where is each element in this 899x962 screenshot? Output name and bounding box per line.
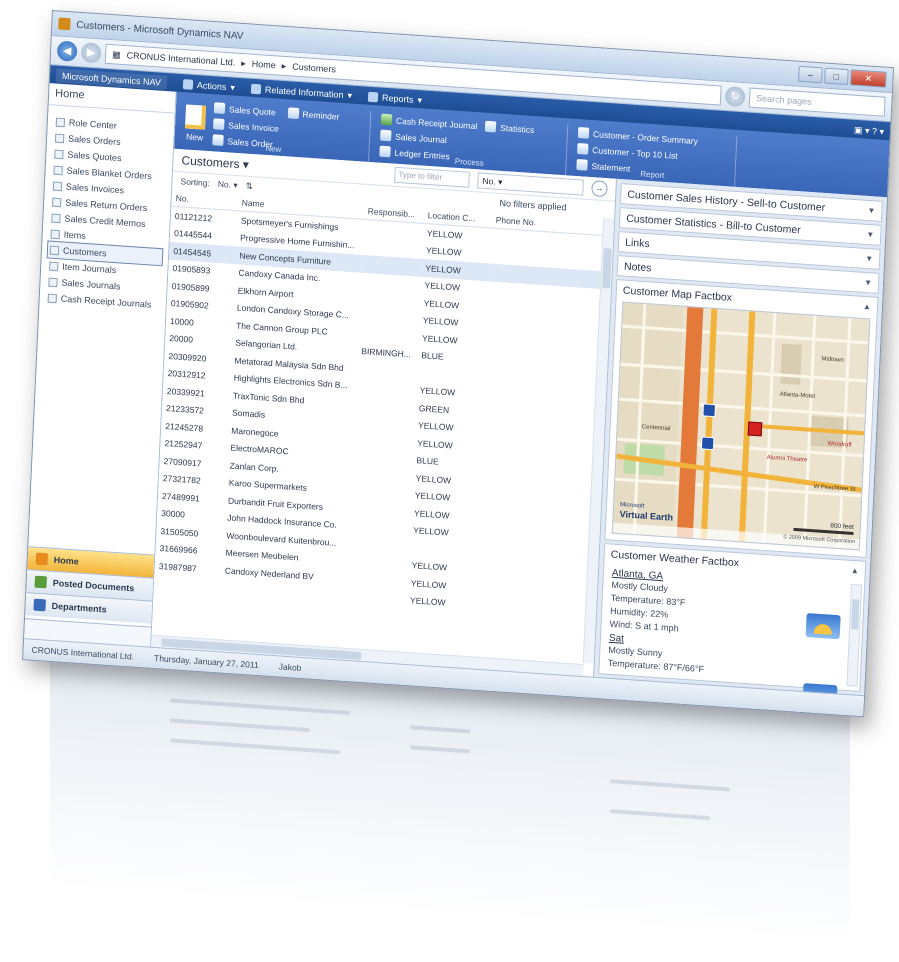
table-cell: YELLOW [409, 595, 446, 608]
statistics-button[interactable]: Statistics [485, 120, 535, 135]
report-icon [367, 91, 379, 103]
factbox-title: Notes [623, 260, 652, 274]
sales-quote-button[interactable]: Sales Quote [213, 102, 280, 117]
filter-field-select[interactable]: No. ▾ [477, 172, 584, 196]
reminder-button[interactable]: Reminder [287, 107, 340, 122]
table-cell [154, 574, 221, 596]
statistics-icon [485, 120, 497, 133]
sales-invoice-icon [213, 118, 225, 131]
page-icon [54, 133, 65, 143]
page-icon [49, 261, 59, 271]
screenshot-stage: Customers - Microsoft Dynamics NAV – □ ✕… [0, 0, 899, 962]
sales-journal-icon [380, 129, 392, 142]
journal-icon [380, 113, 393, 126]
sales-journal-button[interactable]: Sales Journal [380, 129, 477, 148]
status-company: CRONUS International Ltd. [31, 644, 135, 662]
customer-list-pane: Customers ▾ Type to filter No. ▾ → Sorti… [151, 148, 618, 678]
filter-status: No filters applied [499, 197, 567, 213]
report-doc-icon [577, 127, 590, 139]
back-arrow-icon[interactable]: ◀ [56, 40, 78, 62]
chevron-down-icon[interactable]: ▼ [866, 230, 874, 240]
close-button[interactable]: ✕ [850, 69, 887, 88]
customize-icon[interactable]: ▣ ▾ ? ▾ [854, 124, 885, 137]
report-doc-icon [577, 143, 589, 155]
list-title[interactable]: Customers ▾ [181, 153, 249, 172]
related-info-icon [250, 83, 262, 95]
customer-location-pin-icon[interactable] [747, 421, 763, 437]
type-to-filter-input[interactable]: Type to filter [394, 166, 470, 188]
factbox-title: Customer Statistics - Bill-to Customer [625, 212, 801, 236]
forward-arrow-icon[interactable]: ▶ [80, 42, 102, 64]
page-icon [54, 149, 64, 159]
reminder-icon [287, 107, 299, 120]
breadcrumb-home-icon: ▦ [111, 48, 121, 60]
page-icon [52, 197, 62, 207]
reports-menu[interactable]: Reports ▾ [367, 91, 422, 106]
page-icon [53, 165, 63, 175]
sort-direction-icon[interactable]: ⇅ [245, 180, 254, 191]
sorting-label: Sorting: [180, 176, 211, 189]
sales-quote-icon [213, 102, 226, 115]
page-icon [50, 229, 60, 239]
partly-cloudy-icon [805, 613, 841, 640]
table-cell [346, 587, 407, 609]
nav-list: Role Center Sales Orders Sales Quotes Sales… [39, 113, 174, 314]
refresh-icon[interactable]: ↻ [724, 85, 746, 108]
interstate-shield-icon [702, 403, 716, 418]
factbox-title: Links [624, 236, 650, 250]
chevron-up-icon[interactable]: ▲ [851, 566, 859, 576]
window-title: Customers - Microsoft Dynamics NAV [76, 19, 244, 42]
navigation-pane: Home Role Center Sales Orders Sales Quotes… [24, 83, 177, 648]
chevron-down-icon[interactable]: ▼ [867, 206, 875, 216]
breadcrumb-company[interactable]: CRONUS International Ltd. [126, 50, 235, 67]
maximize-button[interactable]: □ [824, 67, 849, 86]
factbox-pane: Customer Sales History - Sell-to Custome… [594, 178, 888, 710]
page-icon [48, 277, 58, 287]
home-icon [35, 552, 49, 566]
page-icon [49, 245, 60, 255]
chevron-down-icon[interactable]: ▼ [865, 254, 873, 264]
customer-map[interactable]: Atlanta-Motel Alumni Theatre Woodruff Mi… [611, 301, 871, 551]
status-user: Jakob [278, 661, 302, 673]
factbox-map: Customer Map Factbox ▲ Atlanta-Motel Alu… [604, 279, 879, 558]
departments-icon [33, 598, 46, 612]
minimize-button[interactable]: – [798, 65, 823, 84]
apply-filter-icon[interactable]: → [591, 180, 608, 198]
new-document-icon [184, 104, 207, 130]
page-icon [51, 213, 61, 223]
page-icon [52, 181, 63, 191]
breadcrumb-home[interactable]: Home [252, 59, 276, 71]
app-window: Customers - Microsoft Dynamics NAV – □ ✕… [22, 10, 895, 718]
posted-documents-icon [34, 575, 48, 589]
factbox-title: Customer Map Factbox [622, 284, 733, 304]
app-icon [58, 17, 71, 31]
customer-table: No. Name Responsib... Location C... Phon… [154, 189, 615, 622]
chevron-down-icon[interactable]: ▼ [864, 278, 872, 288]
interstate-shield-icon [700, 436, 715, 451]
breadcrumb-customers[interactable]: Customers [292, 61, 336, 74]
sales-invoice-button[interactable]: Sales Invoice [213, 118, 279, 133]
lightning-icon [182, 79, 194, 90]
sorting-select[interactable]: No. ▾ [218, 178, 238, 190]
factbox-weather: Customer Weather Factbox ▲ Atlanta, GA Mo… [598, 543, 867, 710]
page-icon [55, 117, 66, 127]
status-date: Thursday, January 27, 2011 [153, 652, 259, 671]
virtual-earth-logo: Microsoft Virtual Earth [619, 502, 674, 523]
search-input[interactable]: Search pages [748, 87, 886, 117]
page-icon [47, 293, 58, 303]
chevron-up-icon[interactable]: ▲ [863, 302, 871, 312]
actions-menu[interactable]: Actions ▾ [182, 79, 235, 94]
cash-receipt-journal-button[interactable]: Cash Receipt Journal [380, 113, 478, 132]
